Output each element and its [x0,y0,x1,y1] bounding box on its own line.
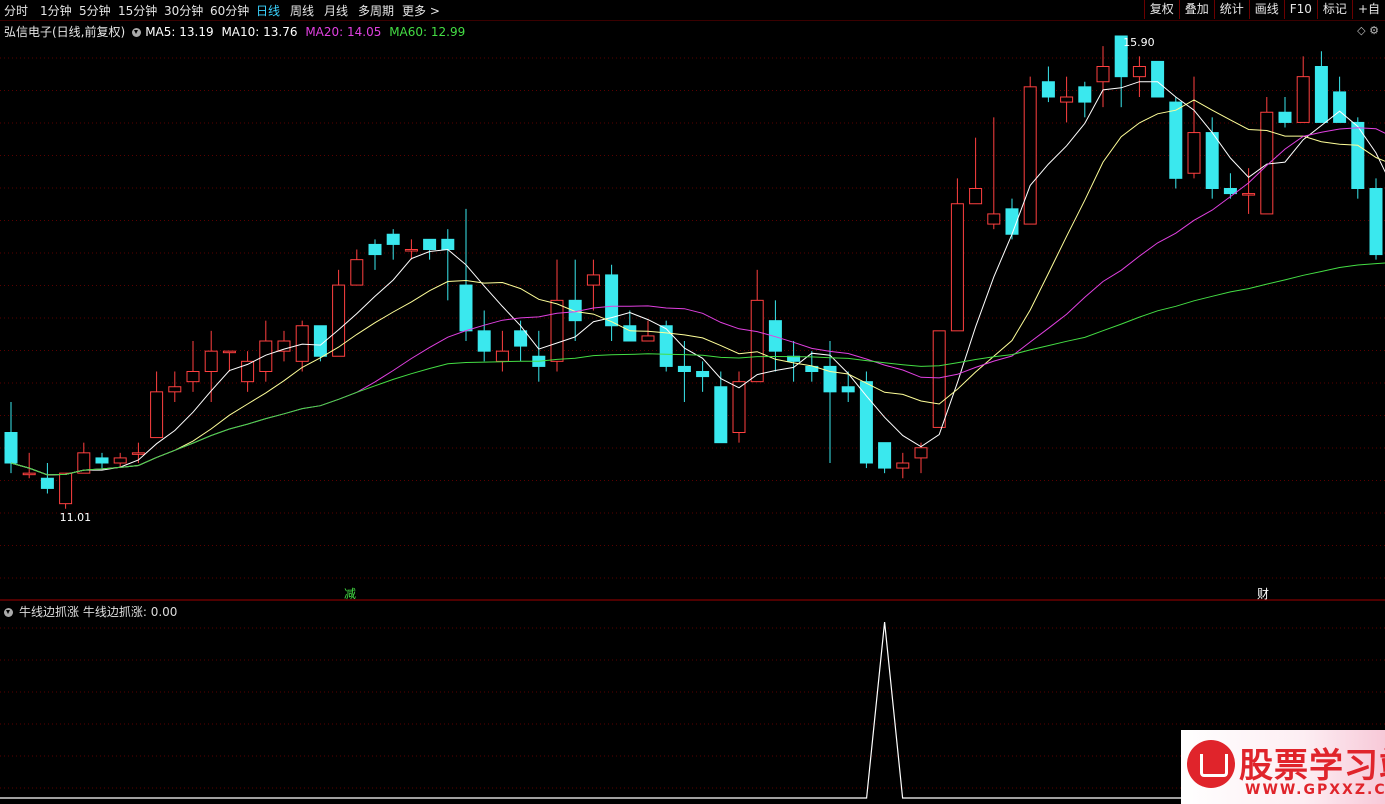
sub-value: 牛线边抓涨: 0.00 [82,605,178,619]
candle-body [1096,66,1110,83]
candle-body [859,381,873,464]
watermark-url: WWW.GPXXZ.COM [1245,782,1385,798]
candle-body [40,477,54,489]
candle-body [659,325,673,367]
candle-body [1060,96,1074,103]
high-price-label: 15.90 [1123,36,1155,49]
candle-body [696,371,710,378]
candle-body [987,213,1001,225]
candle-body [514,330,528,347]
candle-body [1169,101,1183,179]
watermark-logo: 股票学习站 WWW.GPXXZ.COM [1181,730,1385,804]
candle-body [95,457,109,464]
candle-body [714,386,728,444]
candle-body [495,350,509,362]
candle-body [1078,86,1092,103]
candle-body [1314,66,1328,123]
candle-body [1041,81,1055,98]
candle-body [222,350,236,354]
candle-body [1260,111,1274,215]
sub-indicator-line [0,621,1385,799]
candle-body [550,299,564,362]
candle-body [368,243,382,256]
candle-body [459,284,473,332]
marker-cai: 财 [1257,587,1269,601]
candle-body [623,325,637,342]
candle-body [1296,76,1310,123]
candle-body [878,442,892,469]
candle-body [841,386,855,393]
kline-chart[interactable]: 15.90 11.01 减 财 [0,0,1385,804]
candle-body [59,472,73,505]
sub-indicator-chart [0,621,1385,799]
ma20-line [10,127,1385,476]
candle-body [150,391,164,439]
candle-body [131,452,145,455]
candle-body [259,340,273,372]
candle-body [386,233,400,245]
sub-title: 牛线边抓涨 [19,605,80,619]
candle-body [1132,66,1146,78]
candle-body [186,371,200,383]
candle-body [350,259,364,286]
sub-chart-legend: 牛线边抓涨 牛线边抓涨: 0.00 [4,603,177,620]
candle-body [423,238,437,250]
book-icon [1187,740,1235,788]
candle-body [750,299,764,383]
candle-body [914,447,928,459]
candle-body [1242,193,1256,196]
candle-body [295,325,309,362]
candle-body [896,462,910,469]
candle-body [1187,132,1201,174]
marker-jian: 减 [344,587,356,601]
candle-body [332,284,346,357]
candle-body [22,472,36,476]
candle-body [1151,60,1165,98]
candle-body [113,457,127,464]
candle-body [4,432,18,464]
candle-body [969,188,983,205]
candle-body [441,238,455,250]
candle-body [168,386,182,393]
watermark-title: 股票学习站 [1239,746,1385,786]
candle-body [1205,132,1219,189]
candle-body [586,274,600,286]
candle-body [477,330,491,352]
candle-body [950,203,964,332]
candle-body [1369,188,1383,256]
candle-body [677,365,691,372]
candle-body [732,381,746,433]
candle-body [1278,111,1292,123]
candle-body [277,340,291,352]
candle-body [1023,86,1037,225]
candle-body [204,350,218,372]
low-price-label: 11.01 [60,511,92,524]
candle-body [404,249,418,252]
candle-body [1333,91,1347,123]
sub-dropdown-circle-icon[interactable] [4,608,13,617]
candles [4,35,1383,509]
candle-body [932,330,946,428]
candle-body [641,335,655,342]
